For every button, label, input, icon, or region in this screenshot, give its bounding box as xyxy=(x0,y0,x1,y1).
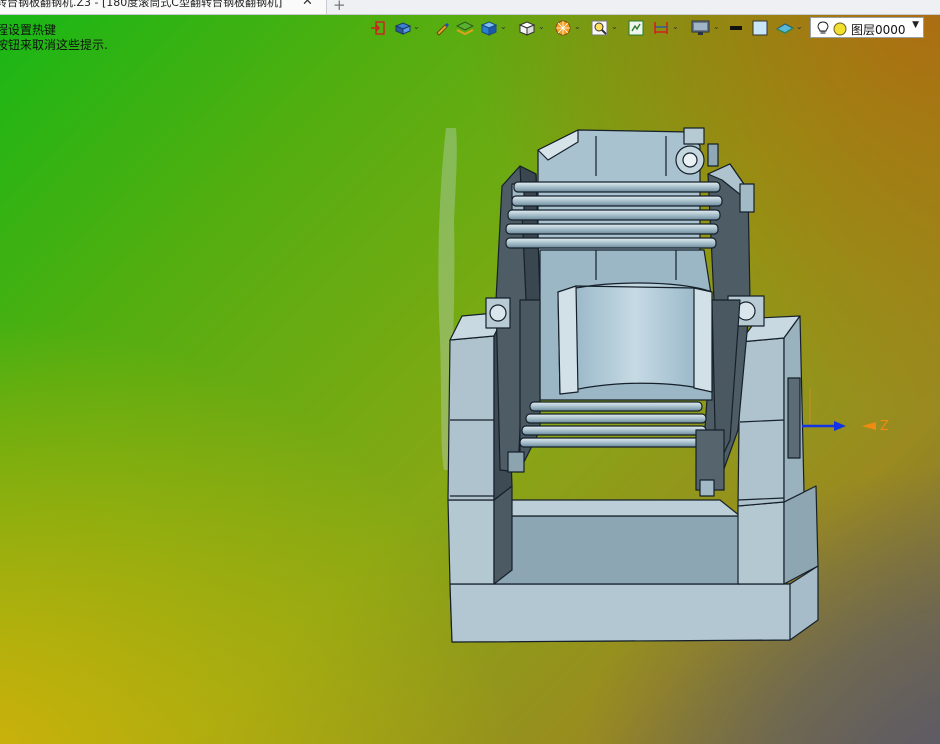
axis-triad: Z xyxy=(802,388,889,434)
graphics-viewport[interactable]: 转台钢板翻钢机.Z3 - [180度滚筒式C型翻转台钢板翻钢机] ✕ + 程设置… xyxy=(0,0,940,744)
z-axis-label: Z xyxy=(880,419,889,434)
rollover-machine-3d-model[interactable]: Z xyxy=(0,0,940,744)
